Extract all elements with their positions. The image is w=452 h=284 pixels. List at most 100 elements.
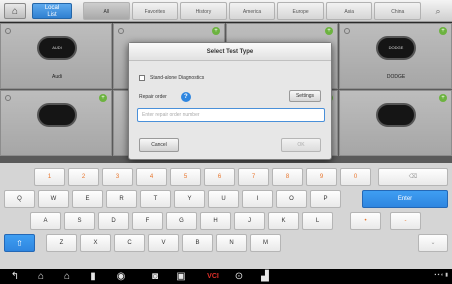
screenshot-icon[interactable]: ▣: [174, 270, 188, 283]
repair-order-input[interactable]: Enter repair order number: [137, 108, 325, 122]
add-favorite-icon[interactable]: +: [99, 94, 107, 102]
key-7[interactable]: 7: [238, 168, 269, 186]
radio-icon: [118, 28, 124, 34]
key-y[interactable]: Y: [174, 190, 205, 208]
hide-keyboard-key[interactable]: ⌄: [418, 234, 448, 252]
add-favorite-icon[interactable]: +: [439, 27, 447, 35]
local-list-button[interactable]: Local List: [32, 3, 72, 19]
repair-order-row: Repair order ?: [139, 92, 191, 102]
tab-china[interactable]: China: [374, 2, 422, 20]
brand-label: DODGE: [386, 74, 406, 80]
add-favorite-icon[interactable]: +: [325, 27, 333, 35]
key-c[interactable]: C: [114, 234, 145, 252]
key-m[interactable]: M: [250, 234, 281, 252]
radio-icon: [5, 28, 11, 34]
tab-europe[interactable]: Europe: [277, 2, 324, 20]
standalone-checkbox[interactable]: [139, 75, 145, 81]
key-x[interactable]: X: [80, 234, 111, 252]
backspace-key[interactable]: ⌫: [378, 168, 448, 186]
vci-status-icon[interactable]: VCI: [200, 270, 226, 283]
tab-america[interactable]: America: [228, 2, 276, 20]
key-p[interactable]: P: [310, 190, 341, 208]
vehicle-tile-audi[interactable]: AUDI Audi: [0, 23, 112, 89]
key-s[interactable]: S: [64, 212, 95, 230]
key-n[interactable]: N: [216, 234, 247, 252]
back-icon[interactable]: ↰: [8, 270, 22, 283]
repair-order-label: Repair order: [139, 94, 167, 100]
tab-asia[interactable]: Asia: [325, 2, 373, 20]
tab-history[interactable]: History: [180, 2, 227, 20]
key-k[interactable]: K: [268, 212, 299, 230]
vehicle-tile[interactable]: +: [339, 90, 452, 156]
brand-logo: [37, 103, 77, 127]
key-1[interactable]: 1: [34, 168, 65, 186]
key-4[interactable]: 4: [136, 168, 167, 186]
home-icon: ⌂: [11, 5, 19, 17]
camera-icon[interactable]: ◙: [148, 270, 162, 283]
on-screen-keyboard: 1 2 3 4 5 6 7 8 9 0 ⌫ Q W E R T Y U I O …: [0, 163, 452, 269]
key-o[interactable]: O: [276, 190, 307, 208]
tab-all[interactable]: All: [83, 2, 130, 20]
key-i[interactable]: I: [242, 190, 273, 208]
key-r[interactable]: R: [106, 190, 137, 208]
key-8[interactable]: 8: [272, 168, 303, 186]
search-button[interactable]: ⌕: [430, 4, 446, 18]
key-5[interactable]: 5: [170, 168, 201, 186]
standalone-diagnostics-option[interactable]: Stand-alone Diagnostics: [139, 75, 204, 81]
backspace-icon: ⌫: [408, 174, 418, 180]
brand-logo: DODGE: [376, 36, 416, 60]
key-h[interactable]: H: [200, 212, 231, 230]
key-6[interactable]: 6: [204, 168, 235, 186]
key-3[interactable]: 3: [102, 168, 133, 186]
standalone-label: Stand-alone Diagnostics: [150, 75, 205, 81]
key-w[interactable]: W: [38, 190, 69, 208]
brand-logo: [376, 103, 416, 127]
key-e[interactable]: E: [72, 190, 103, 208]
home-button[interactable]: ⌂: [4, 3, 26, 19]
key-dot[interactable]: •: [350, 212, 381, 230]
top-toolbar: ⌂ Local List All Favorites History Ameri…: [0, 0, 452, 22]
status-indicators: ▪ ▪ ◐ ▮: [434, 272, 448, 278]
settings-button[interactable]: Settings: [289, 90, 321, 102]
key-dash[interactable]: -: [390, 212, 421, 230]
add-favorite-icon[interactable]: +: [439, 94, 447, 102]
shop-icon[interactable]: ▟: [258, 270, 272, 283]
shift-arrow-icon: ⇧: [16, 239, 23, 248]
key-2[interactable]: 2: [68, 168, 99, 186]
vehicle-icon[interactable]: ⊙: [232, 270, 246, 283]
vehicle-tile-dodge[interactable]: + DODGE DODGE: [339, 23, 452, 89]
system-nav-bar: ↰ ⌂ ⌂ ▮ ◉ ◙ ▣ VCI ⊙ ▟ ▪ ▪ ◐ ▮: [0, 269, 452, 284]
car-home-icon[interactable]: ⌂: [60, 270, 74, 283]
enter-key[interactable]: Enter: [362, 190, 448, 208]
key-u[interactable]: U: [208, 190, 239, 208]
key-z[interactable]: Z: [46, 234, 77, 252]
region-tabs: All Favorites History America Europe Asi…: [82, 2, 422, 20]
home-icon[interactable]: ⌂: [34, 270, 48, 283]
key-a[interactable]: A: [30, 212, 61, 230]
key-0[interactable]: 0: [340, 168, 371, 186]
key-j[interactable]: J: [234, 212, 265, 230]
dialog-title: Select Test Type: [129, 43, 331, 61]
chevron-down-icon: ⌄: [430, 240, 436, 246]
key-d[interactable]: D: [98, 212, 129, 230]
tab-favorites[interactable]: Favorites: [131, 2, 179, 20]
key-v[interactable]: V: [148, 234, 179, 252]
key-g[interactable]: G: [166, 212, 197, 230]
vehicle-tile[interactable]: +: [0, 90, 112, 156]
key-t[interactable]: T: [140, 190, 171, 208]
radio-icon: [344, 28, 350, 34]
key-q[interactable]: Q: [4, 190, 35, 208]
browser-icon[interactable]: ◉: [114, 270, 128, 283]
shift-key[interactable]: ⇧: [4, 234, 35, 252]
key-b[interactable]: B: [182, 234, 213, 252]
recent-apps-icon[interactable]: ▮: [86, 270, 100, 283]
key-f[interactable]: F: [132, 212, 163, 230]
brand-label: Audi: [51, 74, 62, 80]
select-test-type-dialog: Select Test Type Stand-alone Diagnostics…: [128, 42, 332, 160]
ok-button[interactable]: OK: [281, 138, 321, 152]
help-icon[interactable]: ?: [180, 92, 191, 102]
key-9[interactable]: 9: [306, 168, 337, 186]
key-l[interactable]: L: [302, 212, 333, 230]
cancel-button[interactable]: Cancel: [139, 138, 179, 152]
add-favorite-icon[interactable]: +: [212, 27, 220, 35]
